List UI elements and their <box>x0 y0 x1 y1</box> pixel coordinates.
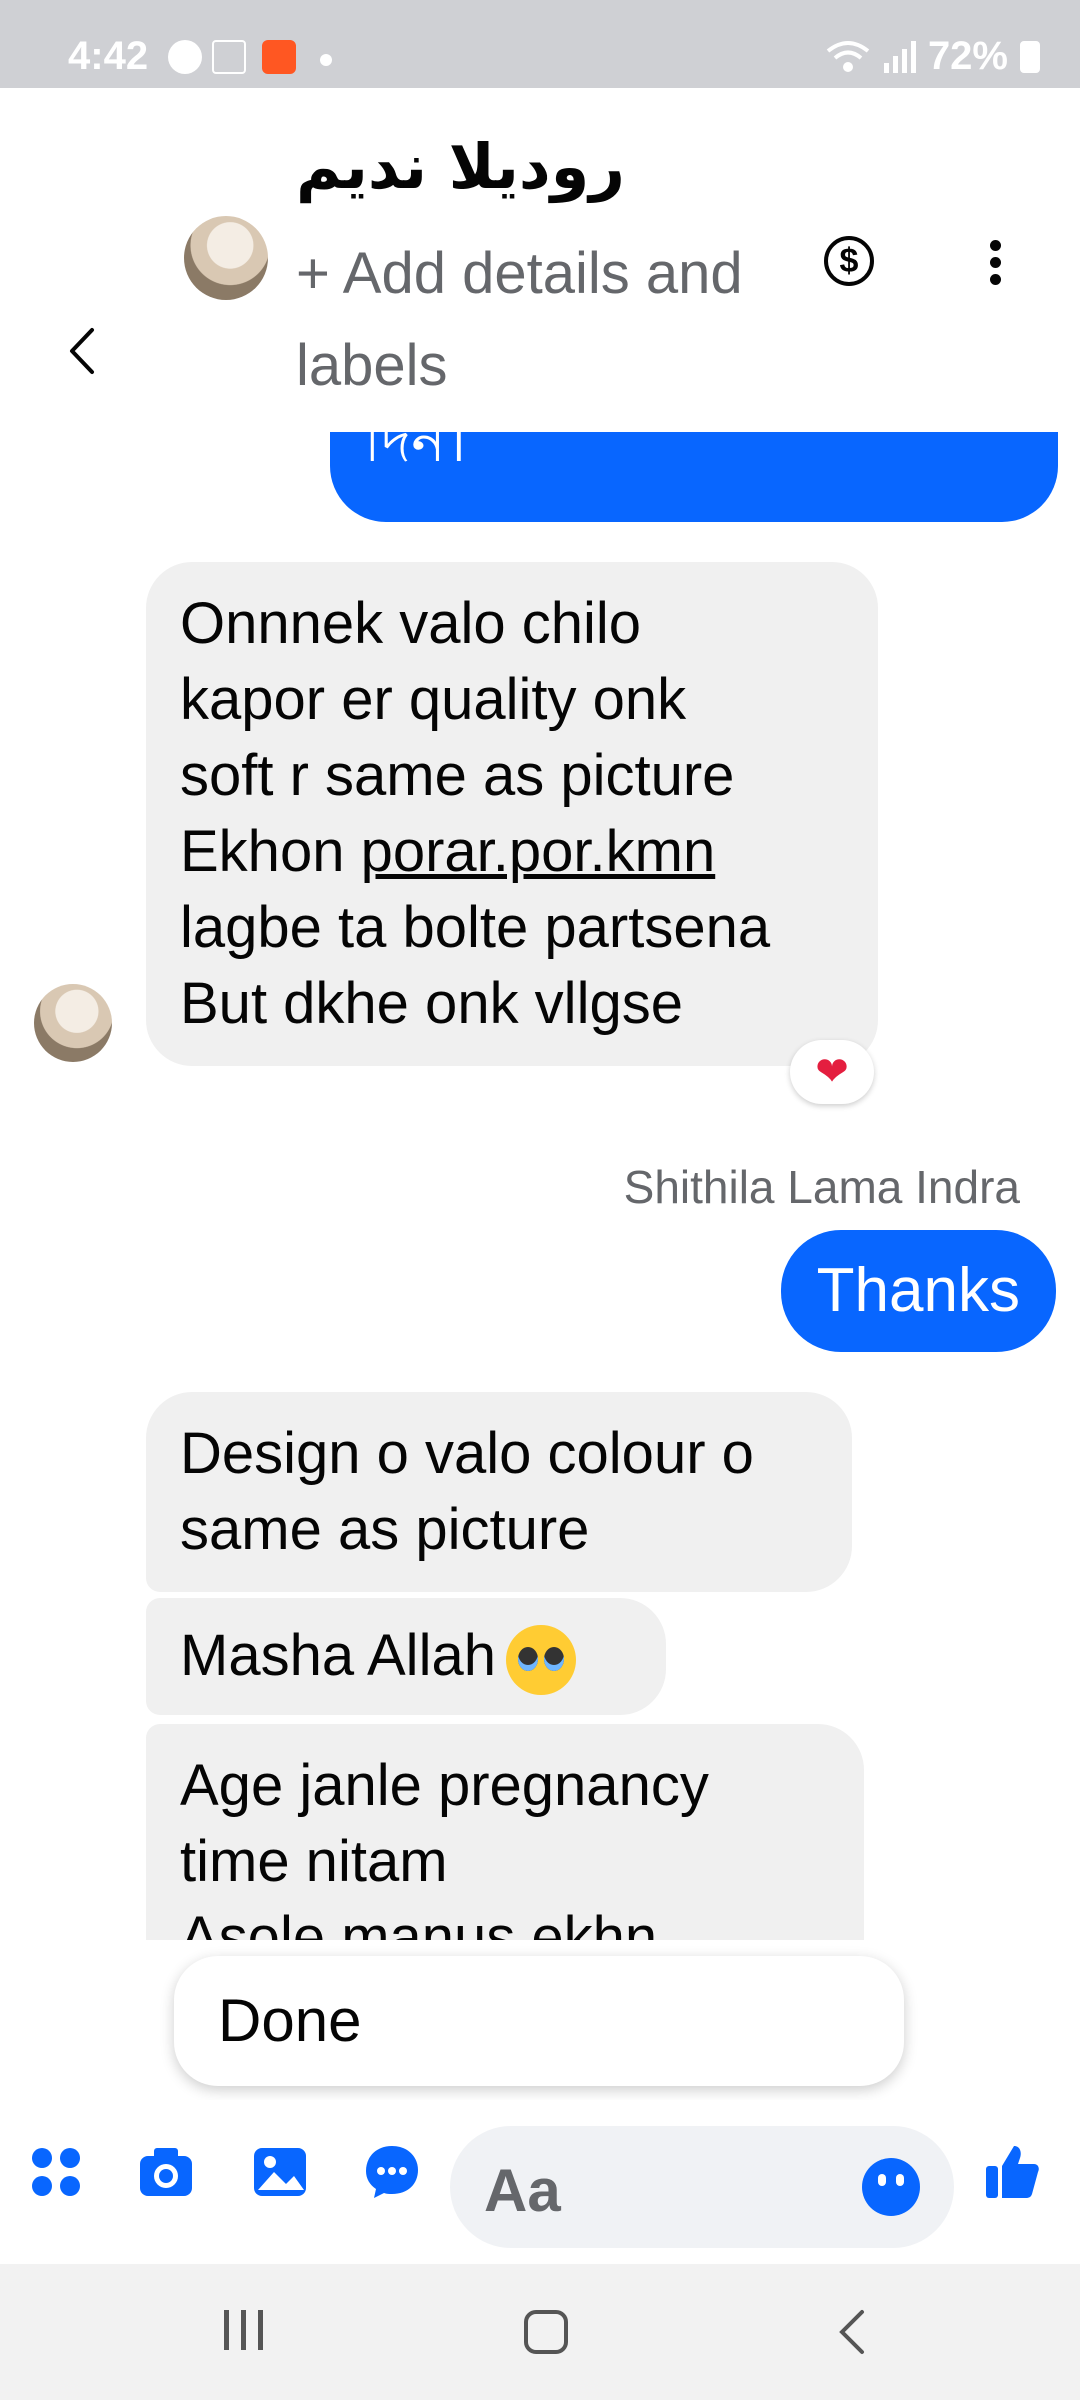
message-line: Asole manus ekhn <box>180 1905 658 1940</box>
emoji-icon[interactable] <box>862 2158 920 2216</box>
message-text: Thanks <box>816 1256 1020 1325</box>
gallery-icon[interactable] <box>250 2142 310 2202</box>
chat-icon[interactable] <box>362 2142 422 2202</box>
home-nav-icon[interactable] <box>522 2308 570 2356</box>
message-line: Age janle pregnancy <box>180 1753 709 1818</box>
recents-icon[interactable] <box>222 2308 266 2352</box>
contact-name[interactable]: رودیلا ندیم <box>296 130 625 203</box>
message-line: Ekhon porar.por.kmn <box>180 814 844 890</box>
message-link[interactable]: porar.por.kmn <box>361 819 716 884</box>
incoming-message[interactable]: Masha Allah <box>146 1598 666 1715</box>
message-line: time nitam <box>180 1829 448 1894</box>
message-line: soft r same as picture <box>180 743 735 808</box>
apps-icon[interactable] <box>26 2142 86 2202</box>
outgoing-message[interactable]: Thanks <box>780 1230 1056 1352</box>
message-line: But dkhe onk vllgse <box>180 971 683 1036</box>
heart-icon: ❤ <box>815 1050 849 1094</box>
message-input[interactable]: Aa <box>450 2126 954 2248</box>
sender-name: Shithila Lama Indra <box>623 1161 1020 1213</box>
contact-avatar[interactable] <box>184 216 268 300</box>
heart-reaction[interactable]: ❤ <box>790 1040 874 1104</box>
message-line: kapor er quality onk <box>180 667 687 732</box>
dollar-icon[interactable]: $ <box>824 236 874 286</box>
message-text: Masha Allah <box>180 1623 496 1688</box>
like-icon[interactable] <box>982 2142 1042 2202</box>
back-nav-icon[interactable] <box>830 2308 874 2356</box>
message-line: Onnnek valo chilo <box>180 591 642 656</box>
camera-icon[interactable] <box>136 2142 196 2202</box>
contact-avatar-small[interactable] <box>34 984 112 1062</box>
incoming-message[interactable]: Age janle pregnancy time nitam Asole man… <box>146 1724 864 1940</box>
more-icon[interactable] <box>980 236 1010 296</box>
message-text: Ekhon <box>180 819 361 884</box>
message-text: Design o valo colour o same as picture <box>180 1421 754 1562</box>
back-icon[interactable] <box>56 316 106 386</box>
pleading-face-emoji-icon <box>505 1624 576 1695</box>
message-composer: Aa <box>0 2100 1080 2264</box>
chat-header: رودیلا ندیم + Add details and labels $ <box>0 88 1080 432</box>
message-input-placeholder: Aa <box>484 2157 561 2224</box>
message-line: lagbe ta bolte partsena <box>180 895 771 960</box>
add-details-link[interactable]: + Add details and labels <box>296 228 766 412</box>
incoming-message[interactable]: Onnnek valo chilo kapor er quality onk s… <box>146 562 878 1066</box>
done-suggestion[interactable]: Done <box>174 1956 904 2086</box>
system-nav-bar <box>0 2264 1080 2400</box>
incoming-message[interactable]: Design o valo colour o same as picture <box>146 1392 852 1592</box>
